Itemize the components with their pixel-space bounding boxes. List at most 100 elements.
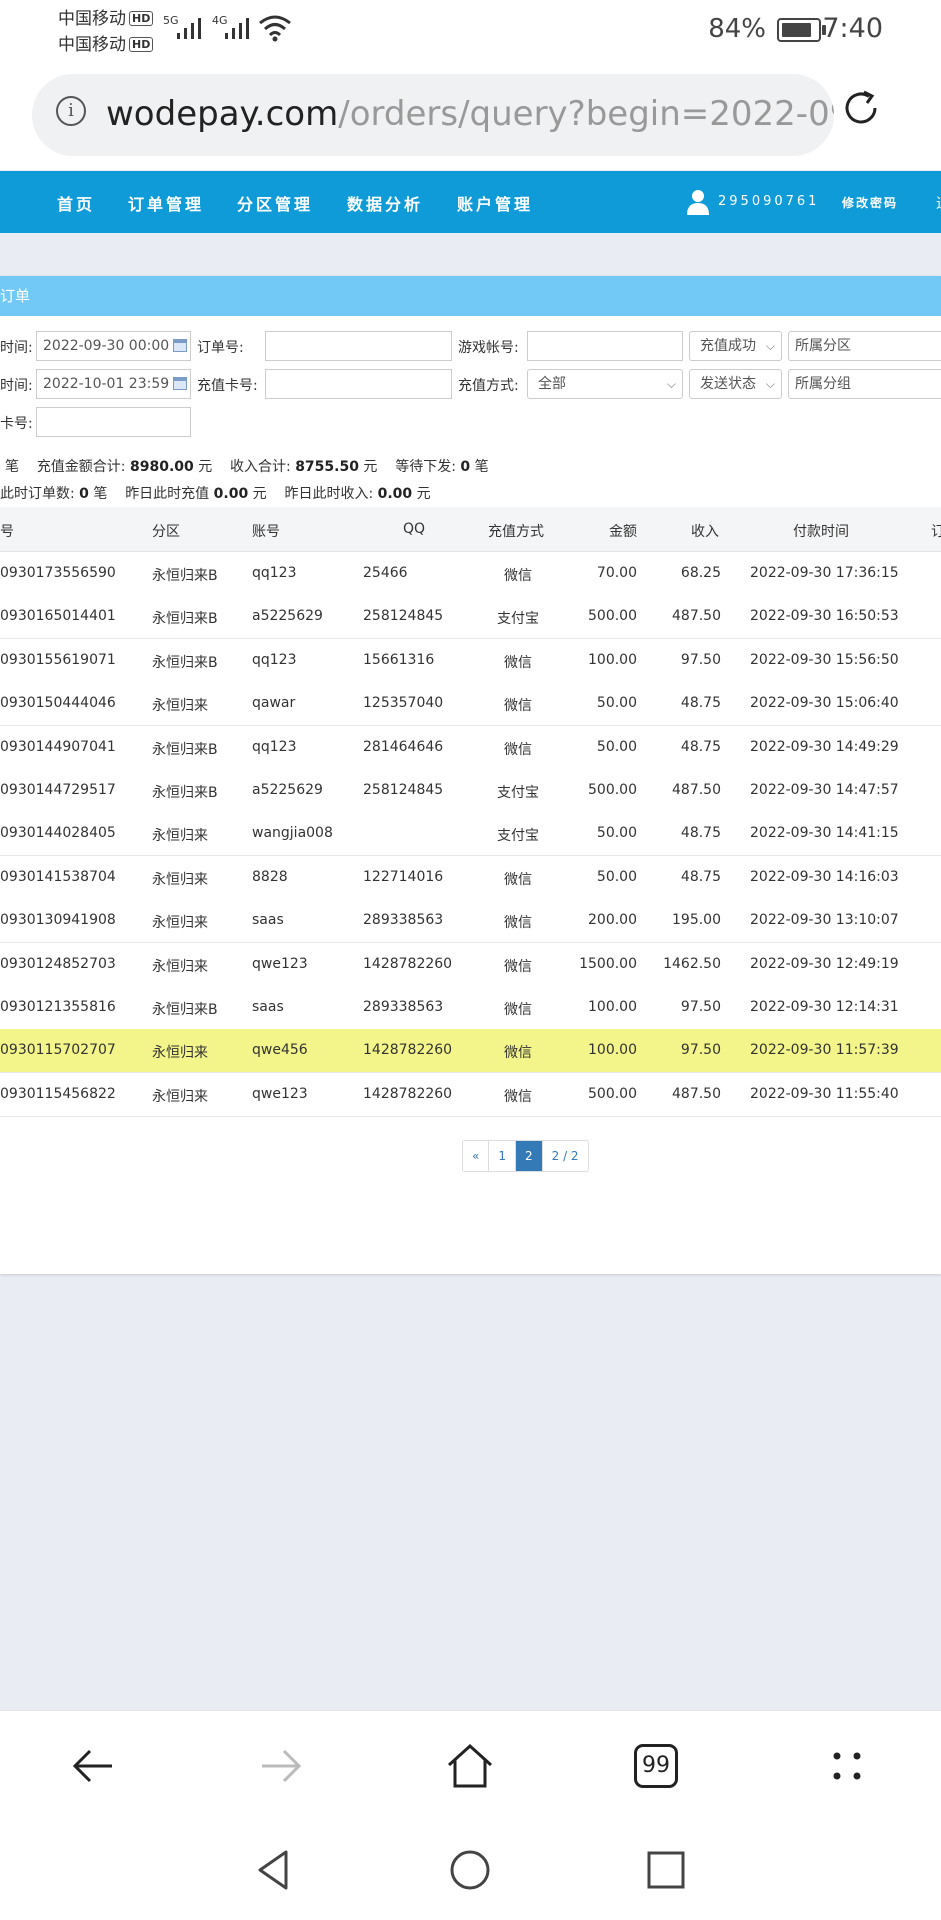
pager-prev[interactable]: «: [463, 1141, 490, 1171]
calendar-icon[interactable]: [173, 377, 187, 390]
cell-order-id: 0930141538704: [0, 868, 116, 885]
status-select[interactable]: 充值成功 ⌵: [689, 331, 782, 361]
cell-amount: 100.00: [588, 651, 637, 668]
summary-unit: 元: [252, 486, 267, 502]
summary-unit: 笔: [93, 486, 108, 502]
cell-account: qwe123: [252, 1085, 308, 1102]
info-icon[interactable]: i: [56, 96, 86, 126]
orders-panel: 订单 时间: 2022-09-30 00:00 订单号: 游戏帐号: 充值成功 ⌵…: [0, 276, 941, 1274]
group-select-placeholder: 所属分组: [795, 376, 851, 392]
cell-pay-method: 微信: [504, 1002, 532, 1018]
cell-zone: 永恒归来: [152, 828, 208, 845]
order-no-input[interactable]: [265, 331, 452, 361]
url-host: wodepay.com: [106, 94, 339, 134]
summary-unit: 元: [416, 486, 431, 502]
cell-pay-time: 2022-09-30 11:57:39: [750, 1042, 899, 1059]
cell-pay-time: 2022-09-30 13:10:07: [750, 912, 899, 929]
menu-dots-icon[interactable]: [822, 1741, 872, 1791]
calendar-icon[interactable]: [173, 339, 187, 352]
cell-amount: 500.00: [588, 1085, 637, 1102]
panel-header: 订单: [0, 276, 941, 316]
order-no-label: 订单号:: [197, 340, 244, 356]
end-time-input[interactable]: 2022-10-01 23:59: [36, 369, 191, 399]
reload-icon[interactable]: [841, 88, 881, 128]
cell-qq: 289338563: [363, 999, 444, 1015]
table-row[interactable]: 0930141538704 永恒归来 8828 122714016 微信 50.00 48.…: [0, 855, 941, 900]
table-row[interactable]: 0930173556590 永恒归来B qq123 25466 微信 70.00 68.25…: [0, 552, 941, 596]
cell-qq: 258124845: [363, 782, 444, 798]
table-row[interactable]: 0930124852703 永恒归来 qwe123 1428782260 微信 1500.…: [0, 942, 941, 987]
group-select[interactable]: 所属分组: [788, 369, 941, 399]
cell-qq: 258124845: [363, 608, 444, 625]
cell-amount: 500.00: [588, 608, 637, 625]
cell-order-id: 0930144729517: [0, 782, 116, 798]
system-home-icon[interactable]: [448, 1848, 492, 1892]
col-header-qq: QQ: [403, 521, 426, 537]
cell-qq: 125357040: [363, 695, 444, 712]
table-row[interactable]: 0930150444046 永恒归来 qawar 125357040 微信 50.00 48…: [0, 682, 941, 727]
chevron-down-icon: ⌵: [765, 377, 775, 391]
nav-account[interactable]: 账户管理: [457, 191, 533, 215]
table-row[interactable]: 0930155619071 永恒归来B qq123 15661316 微信 100.00 9…: [0, 638, 941, 683]
nav-home[interactable]: 首页: [57, 191, 95, 215]
nav-orders[interactable]: 订单管理: [128, 191, 204, 215]
url-input[interactable]: i wodepay.com/orders/query?begin=2022-09…: [32, 74, 834, 156]
battery-icon: [777, 18, 826, 42]
zone-select[interactable]: 所属分区: [788, 331, 941, 361]
pager-page-1[interactable]: 1: [489, 1141, 516, 1171]
cell-income: 195.00: [672, 912, 721, 929]
table-row[interactable]: 0930165014401 永恒归来B a5225629 258124845 支付宝 50…: [0, 595, 941, 640]
nav-zones[interactable]: 分区管理: [237, 191, 313, 215]
home-icon[interactable]: [445, 1741, 495, 1791]
change-password-link[interactable]: 修改密码: [842, 194, 898, 211]
game-account-input[interactable]: [527, 331, 683, 361]
system-recents-icon[interactable]: [644, 1848, 688, 1892]
cell-zone: 永恒归来B: [152, 741, 218, 758]
table-row[interactable]: 0930115456822 永恒归来 qwe123 1428782260 微信 500.0…: [0, 1072, 941, 1117]
table-row[interactable]: 0930115702707 永恒归来 qwe456 1428782260 微信 100.0…: [0, 1029, 941, 1074]
recharge-card-input[interactable]: [265, 369, 452, 399]
pager-page-2[interactable]: 2: [515, 1141, 543, 1171]
cell-pay-method: 支付宝: [497, 611, 539, 628]
table-header: 号 分区 账号 QQ 充值方式 金额 收入 付款时间 订: [0, 507, 941, 552]
send-status-select[interactable]: 发送状态 ⌵: [689, 369, 782, 399]
pay-method-label: 充值方式:: [458, 378, 519, 394]
summary-pending-label: 等待下发:: [395, 459, 456, 475]
tabs-icon[interactable]: 99: [634, 1744, 678, 1788]
yesterday-income-value: 0.00: [377, 486, 413, 502]
back-arrow-icon[interactable]: [68, 1741, 118, 1791]
col-header-income: 收入: [691, 524, 719, 540]
cell-amount: 50.00: [596, 825, 637, 842]
system-back-icon[interactable]: [252, 1848, 296, 1892]
logout-link[interactable]: 退: [936, 193, 941, 213]
tabs-count: 99: [642, 1753, 670, 1778]
user-id[interactable]: 295090761: [718, 194, 819, 209]
begin-time-input[interactable]: 2022-09-30 00:00: [36, 331, 191, 361]
pay-method-select[interactable]: 全部 ⌵: [527, 369, 683, 399]
nav-analytics[interactable]: 数据分析: [347, 191, 423, 215]
table-row[interactable]: 0930144028405 永恒归来 wangjia008 支付宝 50.00 48.75…: [0, 812, 941, 857]
table-row[interactable]: 0930144729517 永恒归来B a5225629 258124845 支付宝 50…: [0, 769, 941, 813]
cell-account: qwe456: [252, 1042, 308, 1059]
chevron-down-icon: ⌵: [666, 377, 676, 391]
cell-zone: 永恒归来: [152, 1045, 208, 1062]
cell-income: 48.75: [680, 868, 721, 885]
cell-income: 48.75: [680, 738, 721, 755]
forward-arrow-icon[interactable]: [256, 1741, 306, 1791]
col-header-pay-method: 充值方式: [488, 524, 544, 540]
cell-qq: 25466: [363, 565, 408, 581]
cell-income: 68.25: [680, 565, 721, 581]
cell-zone: 永恒归来: [152, 698, 208, 715]
cell-pay-method: 微信: [504, 568, 532, 584]
col-header-order-id: 号: [0, 524, 14, 540]
table-row[interactable]: 0930130941908 永恒归来 saas 289338563 微信 200.00 19…: [0, 899, 941, 944]
cell-zone: 永恒归来: [152, 915, 208, 932]
card-input[interactable]: [36, 407, 191, 437]
cell-amount: 100.00: [588, 1042, 637, 1059]
cell-pay-method: 微信: [504, 741, 532, 758]
table-row[interactable]: 0930144907041 永恒归来B qq123 281464646 微信 50.00 4…: [0, 725, 941, 770]
cell-account: qq123: [252, 738, 297, 755]
chevron-down-icon: ⌵: [765, 339, 775, 353]
zone-select-placeholder: 所属分区: [795, 338, 851, 354]
table-row[interactable]: 0930121355816 永恒归来B saas 289338563 微信 100.00 9…: [0, 986, 941, 1030]
